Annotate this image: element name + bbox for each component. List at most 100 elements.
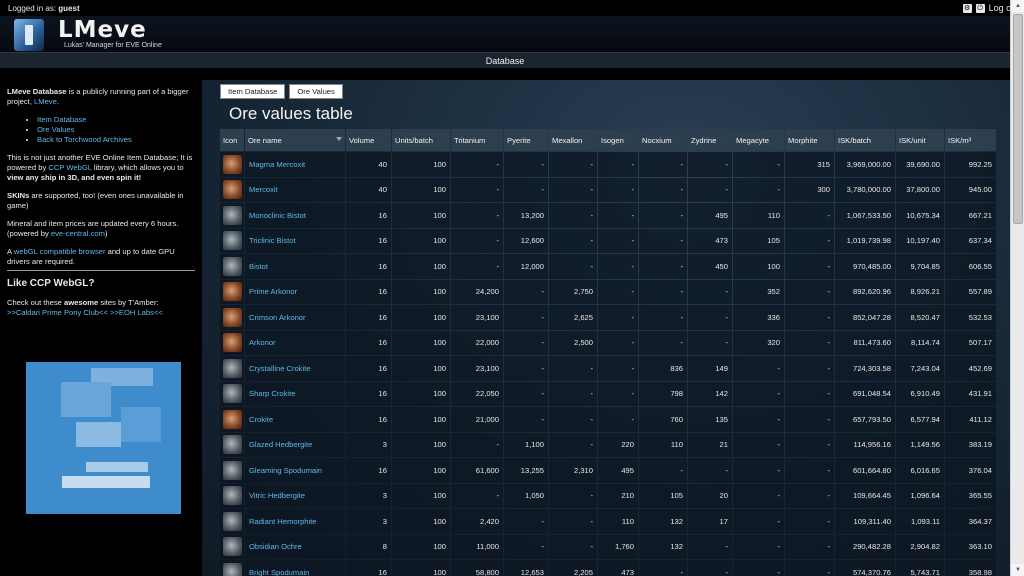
skins-paragraph: SKINs are supported, too! (even ones una… [7, 191, 195, 211]
table-cell: 5,743.71 [896, 560, 944, 576]
ore-icon[interactable] [222, 562, 242, 576]
table-cell: 798 [639, 381, 687, 406]
ore-icon[interactable] [222, 205, 242, 225]
ore-name-link[interactable]: Crystalline Crokite [245, 356, 345, 381]
ore-icon[interactable] [222, 511, 242, 531]
col-header-isk-unit[interactable]: ISK/unit [896, 129, 944, 151]
ore-name-link[interactable]: Mercoxit [245, 177, 345, 202]
ore-icon[interactable] [222, 460, 242, 480]
ore-icon[interactable] [222, 154, 242, 174]
ore-icon[interactable] [222, 180, 242, 200]
table-cell: 637.34 [945, 228, 996, 253]
table-cell: 8,926.21 [896, 279, 944, 304]
ore-name-link[interactable]: Gleaming Spodumain [245, 458, 345, 483]
sidebar-item-ore-values[interactable]: Ore Values [37, 125, 195, 135]
ore-icon[interactable] [222, 409, 242, 429]
table-cell: - [549, 381, 597, 406]
table-cell: - [733, 152, 784, 177]
torchwood-link[interactable]: Back to Torchwood Archives [37, 135, 132, 144]
col-header-isogen[interactable]: Isogen [598, 129, 638, 151]
eve-central-link[interactable]: eve-central.com [51, 229, 105, 238]
table-cell: 58,800 [451, 560, 503, 576]
ore-name-link[interactable]: Crokite [245, 407, 345, 432]
col-header-volume[interactable]: Volume [346, 129, 391, 151]
checkout-b: sites by T'Amber: [98, 298, 159, 307]
col-header-isk-m3[interactable]: ISK/m³ [945, 129, 996, 151]
app-title[interactable]: LMeve [58, 17, 147, 43]
table-cell: 40 [346, 177, 391, 202]
ore-name-link[interactable]: Monoclinic Bistot [245, 203, 345, 228]
ore-icon[interactable] [222, 537, 242, 557]
ore-values-link[interactable]: Ore Values [37, 125, 74, 134]
ore-name-link[interactable]: Radiant Hemorphite [245, 509, 345, 534]
ore-name-link[interactable]: Crimson Arkonor [245, 305, 345, 330]
ore-icon[interactable] [222, 486, 242, 506]
table-cell: 3 [346, 483, 391, 508]
lmeve-link[interactable]: LMeve [34, 97, 57, 106]
ore-name-link[interactable]: Bright Spodumain [245, 560, 345, 576]
ore-icon[interactable] [222, 282, 242, 302]
ccp-webgl-link[interactable]: CCP WebGL [48, 163, 91, 172]
ore-name-link[interactable]: Magma Mercoxit [245, 152, 345, 177]
ore-name-link[interactable]: Glazed Hedbergite [245, 432, 345, 457]
table-cell: - [785, 509, 834, 534]
table-cell: 992.25 [945, 152, 996, 177]
col-header-morphite[interactable]: Morphite [785, 129, 834, 151]
col-header-isk-batch[interactable]: ISK/batch [835, 129, 895, 151]
table-cell: 17 [688, 509, 732, 534]
tab-ore-values[interactable]: Ore Values [289, 84, 343, 99]
table-cell: 142 [688, 381, 732, 406]
ore-icon[interactable] [222, 384, 242, 404]
ore-name-link[interactable]: Prime Arkonor [245, 279, 345, 304]
table-cell: - [598, 305, 638, 330]
lmeve-logo-icon[interactable] [14, 19, 44, 51]
settings-icon[interactable]: ⚙ [962, 3, 972, 13]
col-header-zydrine[interactable]: Zydrine [688, 129, 732, 151]
ore-icon[interactable] [222, 435, 242, 455]
col-header-mexallon[interactable]: Mexallon [549, 129, 597, 151]
ore-icon[interactable] [222, 307, 242, 327]
table-cell: - [785, 458, 834, 483]
scroll-up-arrow-icon[interactable]: ▲ [1011, 0, 1024, 12]
webgl-browser-link[interactable]: webGL compatible browser [14, 247, 106, 256]
pony-club-link[interactable]: >>Caldari Prime Pony Club<< [7, 308, 108, 317]
ore-icon[interactable] [222, 333, 242, 353]
skins-bold: SKINs [7, 191, 30, 200]
col-header-nocxium[interactable]: Nocxium [639, 129, 687, 151]
power-icon[interactable]: ⏻ [975, 3, 985, 13]
table-cell: 100 [392, 279, 450, 304]
col-header-ore-name[interactable]: Ore name [245, 129, 345, 151]
sidebar-item-item-database[interactable]: Item Database [37, 115, 195, 125]
table-row: Mercoxit 40 100- - - - - - -300 3,780,000.00 37,80… [220, 177, 996, 202]
sidebar-intro: LMeve Database is a publicly running par… [7, 87, 189, 106]
scrollbar[interactable]: ▲ ▼ [1010, 0, 1024, 576]
nav-title[interactable]: Database [486, 56, 525, 66]
table-cell: - [733, 177, 784, 202]
sidebar-item-torchwood[interactable]: Back to Torchwood Archives [37, 135, 195, 145]
ore-name-link[interactable]: Bistot [245, 254, 345, 279]
ore-icon[interactable] [222, 256, 242, 276]
ore-name-link[interactable]: Obsidian Ochre [245, 534, 345, 559]
scrollbar-thumb[interactable] [1013, 14, 1023, 224]
ore-name-link[interactable]: Sharp Crokite [245, 381, 345, 406]
item-database-link[interactable]: Item Database [37, 115, 86, 124]
sidebar-image[interactable] [26, 362, 181, 514]
ore-icon[interactable] [222, 231, 242, 251]
col-header-pyerite[interactable]: Pyerite [504, 129, 548, 151]
col-header-units-batch[interactable]: Units/batch [392, 129, 450, 151]
table-cell: - [639, 560, 687, 576]
tab-item-database[interactable]: Item Database [220, 84, 286, 99]
table-cell: - [598, 381, 638, 406]
table-cell: 11,000 [451, 534, 503, 559]
scroll-down-arrow-icon[interactable]: ▼ [1011, 564, 1024, 576]
ore-name-link[interactable]: Vitric Hedbergite [245, 483, 345, 508]
sort-icon [336, 137, 342, 141]
table-row: Triclinic Bistot 16 100-12,600- - -473 105-1,… [220, 228, 996, 253]
col-header-tritanium[interactable]: Tritanium [451, 129, 503, 151]
col-header-icon[interactable]: Icon [220, 129, 244, 151]
ore-name-link[interactable]: Arkonor [245, 330, 345, 355]
eoh-labs-link[interactable]: >>EOH Labs<< [110, 308, 163, 317]
ore-name-link[interactable]: Triclinic Bistot [245, 228, 345, 253]
col-header-megacyte[interactable]: Megacyte [733, 129, 784, 151]
ore-icon[interactable] [222, 358, 242, 378]
